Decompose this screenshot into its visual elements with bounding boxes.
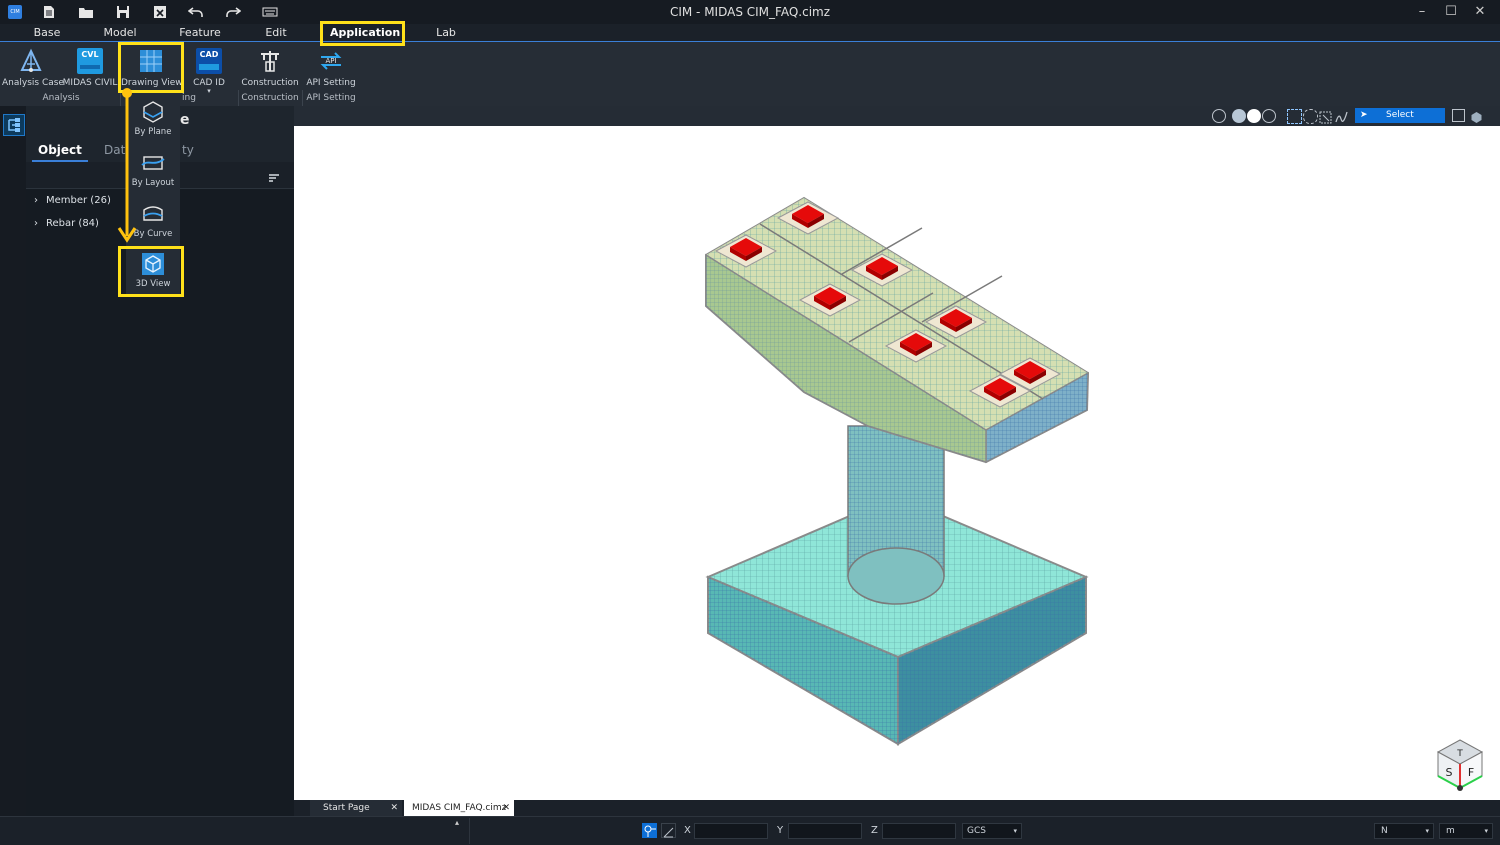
bridge-pier-model: S F T [705, 196, 1484, 791]
svg-text:API: API [325, 57, 336, 65]
chevron-right-icon[interactable]: › [34, 218, 38, 229]
box-select-icon[interactable] [1287, 109, 1302, 124]
api-icon: API [318, 48, 344, 74]
navigation-cube[interactable]: S F T [1436, 739, 1484, 791]
z-coordinate-field[interactable] [882, 823, 956, 839]
chevron-down-icon: ▾ [1013, 827, 1017, 835]
group-divider [238, 90, 239, 106]
snap-icon[interactable] [642, 823, 657, 838]
group-construction: Construction [241, 93, 299, 103]
left-icon-bar [0, 106, 26, 816]
viewport-toolbar: ➤ Select [294, 106, 1500, 126]
force-unit-select[interactable]: N ▾ [1374, 823, 1434, 839]
cad-id-button[interactable]: CAD CAD ID ▾ [186, 46, 232, 95]
status-divider [469, 818, 470, 844]
maximize-icon[interactable]: ☐ [1440, 2, 1462, 22]
3d-viewport[interactable]: S F T [294, 126, 1500, 800]
highlight-application-menu [320, 21, 405, 46]
ortho-icon[interactable] [661, 823, 676, 838]
render-mode-icon[interactable] [1247, 109, 1261, 123]
x-label: X [684, 825, 691, 836]
display-options-icon[interactable] [1452, 109, 1465, 122]
close-tab-icon[interactable]: ✕ [502, 800, 510, 816]
close-tab-icon[interactable]: ✕ [390, 800, 398, 816]
analysis-case-button[interactable]: Analysis Case [2, 46, 64, 90]
by-plane-icon [143, 101, 163, 123]
ribbon: Analysis Case CVL MIDAS CIVIL Drawing Vi… [0, 42, 1500, 106]
polygon-select-icon[interactable] [1319, 109, 1332, 124]
shade-mode-icon[interactable] [1232, 109, 1246, 123]
tab-object[interactable]: Object [38, 143, 82, 157]
construction-button[interactable]: Construction [240, 46, 300, 90]
midas-civil-button[interactable]: CVL MIDAS CIVIL [62, 46, 118, 90]
menu-base[interactable]: Base [17, 26, 77, 39]
menu-lab[interactable]: Lab [416, 26, 476, 39]
window-title: CIM - MIDAS CIM_FAQ.cimz [669, 5, 831, 19]
chevron-down-icon: ▾ [1425, 827, 1429, 835]
close-window-icon[interactable]: ✕ [1469, 2, 1491, 22]
group-divider [302, 90, 303, 106]
collapse-arrow-icon[interactable]: ▴ [455, 818, 459, 827]
highlight-3d-view [118, 246, 184, 297]
menu-bar: Base Model Feature Edit Application Lab [0, 24, 1500, 42]
circle-select-icon[interactable] [1303, 109, 1318, 124]
svg-text:T: T [1456, 749, 1463, 759]
by-curve-icon [143, 206, 163, 221]
cvl-icon: CVL [77, 48, 103, 74]
column [847, 425, 945, 605]
tab-midas-cim-faq[interactable]: MIDAS CIM_FAQ.cimz ✕ [404, 800, 514, 816]
by-layout-icon [141, 156, 165, 170]
tab-property[interactable]: ty [182, 143, 194, 157]
cap-beam [705, 196, 1090, 464]
sort-icon[interactable] [268, 168, 280, 187]
select-mode-button[interactable]: ➤ Select [1355, 108, 1445, 123]
cursor-icon: ➤ [1360, 110, 1368, 120]
wireframe-mode-icon[interactable] [1262, 109, 1276, 123]
menu-feature[interactable]: Feature [170, 26, 230, 39]
y-label: Y [777, 825, 784, 836]
menu-model[interactable]: Model [90, 26, 150, 39]
tree-item-rebar[interactable]: › Rebar (84) [34, 218, 99, 229]
svg-text:F: F [1468, 766, 1474, 779]
view-cube-toggle-icon[interactable] [1470, 109, 1483, 123]
menu-edit[interactable]: Edit [246, 26, 306, 39]
chevron-right-icon[interactable]: › [34, 195, 38, 206]
z-label: Z [871, 825, 878, 836]
construction-icon [257, 48, 283, 74]
group-analysis: Analysis [42, 93, 80, 103]
group-drawing: ing [182, 93, 196, 103]
x-coordinate-field[interactable] [694, 823, 768, 839]
title-bar: CIM CIM - MIDAS CIM_FAQ.cimz – ☐ ✕ [0, 0, 1500, 24]
group-api-setting: API Setting [306, 93, 356, 103]
guide-arrow [117, 88, 137, 243]
cad-icon: CAD [196, 48, 222, 74]
tree-item-member[interactable]: › Member (26) [34, 195, 111, 206]
object-tree-icon[interactable] [3, 114, 25, 136]
freehand-select-icon[interactable] [1335, 109, 1348, 123]
minimize-icon[interactable]: – [1411, 2, 1433, 22]
length-unit-select[interactable]: m ▾ [1439, 823, 1493, 839]
y-coordinate-field[interactable] [788, 823, 862, 839]
api-setting-button[interactable]: API API Setting [304, 46, 358, 90]
coordinate-system-select[interactable]: GCS ▾ [962, 823, 1022, 839]
view-rotate-icon[interactable] [1212, 109, 1226, 123]
chevron-down-icon: ▾ [1484, 827, 1488, 835]
analysis-case-icon [18, 48, 44, 74]
document-tabs: Start Page ✕ MIDAS CIM_FAQ.cimz ✕ [294, 800, 1500, 816]
panel-title: e [180, 112, 190, 128]
svg-text:S: S [1446, 766, 1453, 779]
tab-start-page[interactable]: Start Page ✕ [310, 800, 402, 816]
